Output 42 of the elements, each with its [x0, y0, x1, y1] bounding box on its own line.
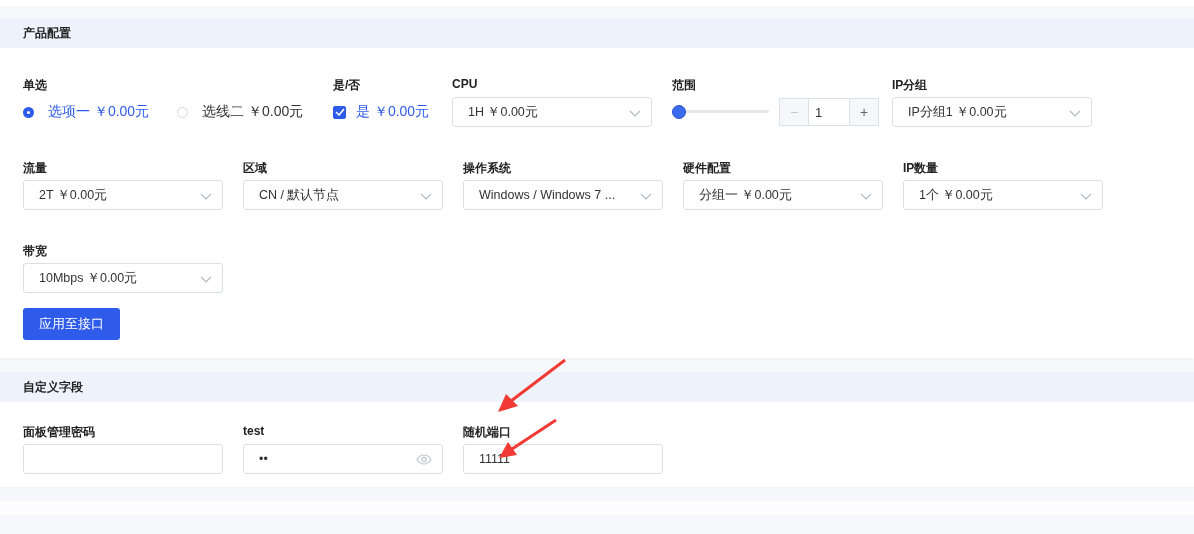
select-field[interactable]: CN / 默认节点	[243, 180, 443, 210]
apply-button[interactable]: 应用至接口	[23, 308, 120, 340]
increment-button[interactable]: +	[849, 98, 879, 126]
field-label: test	[243, 424, 266, 440]
field-label: 操作系统	[463, 160, 512, 176]
field-label: 硬件配置	[683, 160, 732, 176]
slider-thumb[interactable]	[672, 105, 686, 119]
select-field[interactable]: 2T ￥0.00元	[23, 180, 223, 210]
field-label: IP分组	[892, 77, 929, 93]
chevron-down-icon	[420, 193, 432, 200]
field-label: 面板管理密码	[23, 424, 96, 440]
select-field[interactable]: 1H ￥0.00元	[452, 97, 652, 127]
select-field[interactable]: 1个 ￥0.00元	[903, 180, 1103, 210]
slider[interactable]	[672, 105, 769, 119]
select-field[interactable]: Windows / Windows 7 ...	[463, 180, 663, 210]
field-label: 流量	[23, 160, 48, 176]
radio-option[interactable]: 选线二 ￥0.00元	[177, 103, 304, 121]
annotation-arrow	[497, 359, 567, 413]
select-field[interactable]: 分组一 ￥0.00元	[683, 180, 883, 210]
chevron-down-icon	[1080, 193, 1092, 200]
checkbox-option[interactable]: 是 ￥0.00元	[333, 103, 430, 121]
chevron-down-icon	[200, 276, 212, 283]
chevron-down-icon	[200, 193, 212, 200]
input-field[interactable]	[23, 444, 223, 474]
field-label: CPU	[452, 77, 479, 93]
select-field[interactable]: IP分组1 ￥0.00元	[892, 97, 1092, 127]
chevron-down-icon	[860, 193, 872, 200]
select-field[interactable]: 10Mbps ￥0.00元	[23, 263, 223, 293]
chevron-down-icon	[1069, 110, 1081, 117]
field-label: 范围	[672, 77, 697, 93]
field-label: 是/否	[333, 77, 362, 93]
field-label: 带宽	[23, 243, 48, 259]
field-label: 区域	[243, 160, 268, 176]
radio-option[interactable]: 选项一 ￥0.00元	[23, 103, 150, 121]
field-label: IP数量	[903, 160, 940, 176]
section-title: 产品配置	[23, 24, 71, 42]
password-field[interactable]: ••	[243, 444, 443, 474]
field-label: 单选	[23, 77, 48, 93]
field-label: 随机端口	[463, 424, 512, 440]
chevron-down-icon	[640, 193, 652, 200]
chevron-down-icon	[629, 110, 641, 117]
section-title: 自定义字段	[23, 378, 83, 396]
